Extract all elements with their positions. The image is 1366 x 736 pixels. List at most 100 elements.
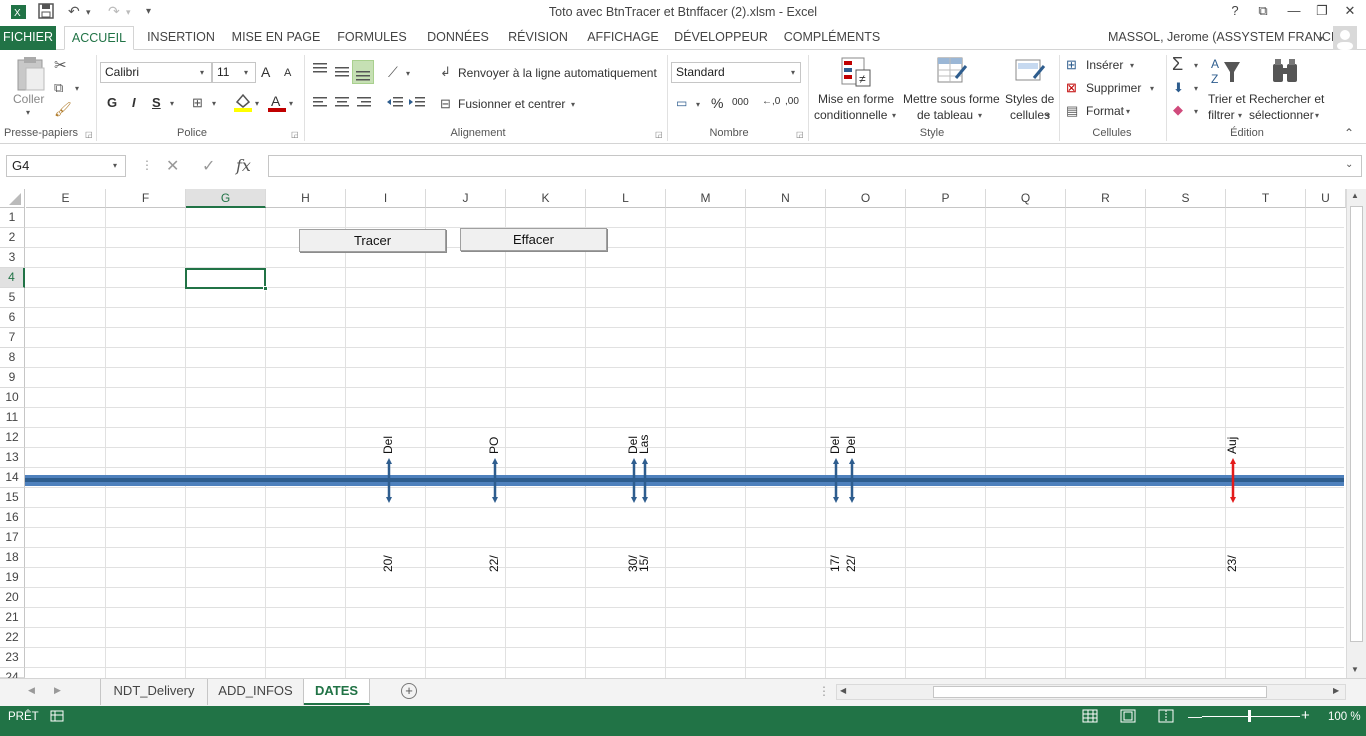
underline-button[interactable]: S [152,95,161,110]
scroll-up-icon[interactable]: ▲ [1351,191,1359,200]
zoom-slider-thumb[interactable] [1248,710,1251,722]
column-header-j[interactable]: J [426,189,506,208]
tab-formules[interactable]: FORMULES [332,26,412,50]
shrink-font-button[interactable]: A [284,67,291,79]
decrease-indent-icon[interactable] [386,96,404,113]
customize-qat-icon[interactable]: ▾ [146,6,151,17]
autosum-icon[interactable]: Σ [1172,54,1183,75]
row-header-18[interactable]: 18 [0,548,25,568]
vertical-scrollbar[interactable]: ▲ ▼ [1346,189,1366,678]
column-header-g[interactable]: G [186,189,266,208]
tab-complements[interactable]: COMPLÉMENTS [778,26,886,50]
scroll-down-icon[interactable]: ▼ [1351,665,1359,674]
sort-filter-button-line2[interactable]: filtrer [1208,108,1235,122]
format-cells-button[interactable]: Format [1086,104,1124,118]
conditional-format-dropdown-icon[interactable]: ▾ [892,111,896,120]
format-cells-icon[interactable]: ▤ [1066,103,1078,119]
row-header-21[interactable]: 21 [0,608,25,628]
column-header-h[interactable]: H [266,189,346,208]
macro-record-icon[interactable] [50,710,64,725]
accounting-format-icon[interactable]: ▭ [676,96,687,110]
normal-view-icon[interactable] [1082,709,1098,726]
borders-dropdown-icon[interactable]: ▾ [212,99,216,108]
column-header-q[interactable]: Q [986,189,1066,208]
delete-cells-icon[interactable]: ⊠ [1066,80,1077,96]
row-header-16[interactable]: 16 [0,508,25,528]
copy-dropdown-icon[interactable]: ▾ [75,84,79,93]
scroll-left-icon[interactable]: ◀ [840,686,846,695]
row-header-24[interactable]: 24 [0,668,25,684]
tab-insertion[interactable]: INSERTION [142,26,220,50]
delete-dropdown-icon[interactable]: ▾ [1150,84,1154,93]
vertical-scroll-thumb[interactable] [1350,206,1363,642]
tab-split-handle[interactable]: ⋮ [818,684,830,698]
tab-mise-en-page[interactable]: MISE EN PAGE [228,26,324,50]
format-as-table-button[interactable]: Mettre sous forme [903,92,1000,106]
wrap-text-icon[interactable]: ↲ [440,64,451,80]
column-header-s[interactable]: S [1146,189,1226,208]
font-name-combo[interactable]: Calibri [100,62,212,83]
tab-fichier[interactable]: FICHIER [0,26,56,50]
formula-input[interactable] [268,155,1362,177]
row-header-8[interactable]: 8 [0,348,25,368]
column-header-m[interactable]: M [666,189,746,208]
clear-dropdown-icon[interactable]: ▾ [1194,107,1198,116]
alignment-launcher-icon[interactable]: ◲ [655,130,663,139]
cell-styles-dropdown-icon[interactable]: ▾ [1046,111,1050,120]
column-header-o[interactable]: O [826,189,906,208]
next-sheet-icon[interactable]: ▶ [54,685,61,696]
font-size-combo[interactable]: 11 [212,62,256,83]
format-painter-icon[interactable]: 🖌 [54,101,72,118]
align-left-icon[interactable] [312,96,328,113]
decrease-decimal-icon[interactable]: ,00 [785,96,799,107]
undo-dropdown-icon[interactable]: ▾ [86,7,91,18]
save-icon[interactable] [38,3,54,22]
sort-filter-dropdown-icon[interactable]: ▾ [1238,111,1242,120]
row-header-6[interactable]: 6 [0,308,25,328]
conditional-format-button[interactable]: Mise en forme [818,92,894,106]
column-header-u[interactable]: U [1306,189,1346,208]
row-header-3[interactable]: 3 [0,248,25,268]
row-header-2[interactable]: 2 [0,228,25,248]
row-header-7[interactable]: 7 [0,328,25,348]
number-format-dropdown-icon[interactable]: ▾ [791,68,795,77]
column-header-r[interactable]: R [1066,189,1146,208]
paste-icon[interactable] [14,56,46,95]
find-select-button[interactable]: Rechercher et [1249,92,1324,106]
row-header-19[interactable]: 19 [0,568,25,588]
prev-sheet-icon[interactable]: ◀ [28,685,35,696]
bold-button[interactable]: G [107,95,117,110]
grow-font-button[interactable]: A [261,64,270,80]
insert-function-icon[interactable]: fx [236,156,251,175]
tab-donnees[interactable]: DONNÉES [420,26,496,50]
orientation-dropdown-icon[interactable]: ▾ [406,69,410,78]
row-header-12[interactable]: 12 [0,428,25,448]
wrap-text-button[interactable]: Renvoyer à la ligne automatiquement [458,66,657,80]
format-as-table-button-line2[interactable]: de tableau [917,108,973,122]
avatar[interactable] [1333,26,1357,50]
font-color-dropdown-icon[interactable]: ▾ [289,99,293,108]
number-format-combo[interactable]: Standard [671,62,801,83]
merge-dropdown-icon[interactable]: ▾ [571,100,575,109]
minimize-button[interactable]: — [1283,3,1305,18]
clear-icon[interactable]: ◆ [1173,102,1183,118]
insert-cells-icon[interactable]: ⊞ [1066,57,1077,73]
font-color-icon[interactable]: A [268,92,286,115]
autosum-dropdown-icon[interactable]: ▾ [1194,61,1198,70]
user-dropdown-icon[interactable]: ▾ [1319,34,1323,43]
row-header-11[interactable]: 11 [0,408,25,428]
row-header-13[interactable]: 13 [0,448,25,468]
clipboard-launcher-icon[interactable]: ◲ [85,130,93,139]
column-header-p[interactable]: P [906,189,986,208]
sort-filter-button[interactable]: Trier et [1208,92,1246,106]
align-bottom-button[interactable] [352,60,374,84]
column-header-f[interactable]: F [106,189,186,208]
page-layout-view-icon[interactable] [1120,709,1136,726]
borders-icon[interactable]: ⊞ [192,95,203,111]
column-header-i[interactable]: I [346,189,426,208]
expand-formula-bar-icon[interactable]: ⌄ [1345,159,1353,170]
cell-styles-button[interactable]: Styles de [1005,92,1054,106]
conditional-format-button-line2[interactable]: conditionnelle [814,108,887,122]
row-header-9[interactable]: 9 [0,368,25,388]
zoom-level[interactable]: 100 % [1328,711,1361,723]
